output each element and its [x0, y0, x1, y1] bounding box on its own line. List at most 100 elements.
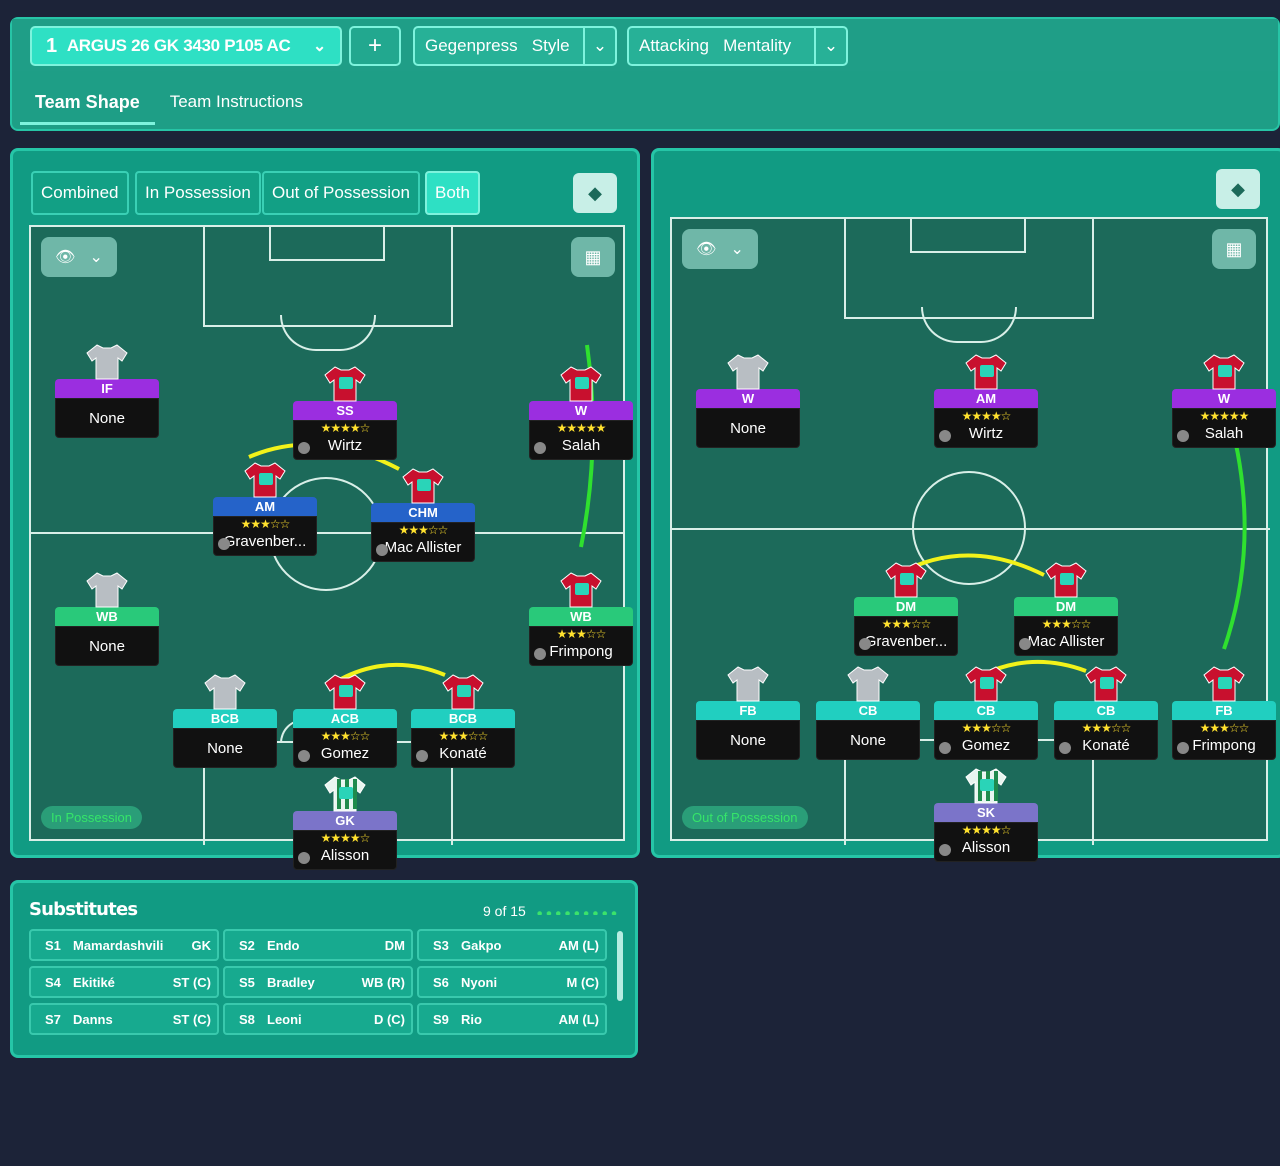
add-tactic-button[interactable]: +: [349, 26, 401, 66]
substitutes-title: Substitutes: [29, 899, 138, 920]
mentality-value: Attacking Mentality: [639, 36, 792, 55]
substitute-row[interactable]: S1 Mamardashvili GK: [29, 929, 219, 961]
tab-team-shape[interactable]: Team Shape: [20, 89, 155, 125]
player-card[interactable]: WB ★★★☆☆ Frimpong: [529, 572, 633, 666]
player-card[interactable]: SS ★★★★☆ Wirtz: [293, 366, 397, 460]
avatar-icon: [534, 648, 546, 660]
player-name: None: [89, 638, 125, 655]
player-info: ★★★☆☆ Gomez: [934, 720, 1038, 760]
player-card[interactable]: CHM ★★★☆☆ Mac Allister: [371, 468, 475, 562]
shirt-icon: [1044, 559, 1088, 599]
substitute-row[interactable]: S8 Leoni D (C): [223, 1003, 413, 1035]
tactic-name: ARGUS 26 GK 3430 P105 AC: [66, 36, 291, 55]
player-card[interactable]: WB None: [55, 572, 159, 666]
left-shape-panel: Combined In Possession Out of Possession…: [10, 148, 640, 870]
player-card[interactable]: AM ★★★☆☆ Gravenber...: [213, 462, 317, 556]
substitute-row[interactable]: S4 Ekitiké ST (C): [29, 966, 219, 998]
role-rating-stars: ★★★☆☆: [556, 627, 607, 641]
substitute-position: M (C): [566, 974, 600, 990]
shirt-icon: [401, 465, 445, 505]
shirt-icon: [559, 569, 603, 609]
player-role: CHM: [371, 503, 475, 522]
chevron-down-icon[interactable]: ⌄: [814, 28, 846, 64]
substitute-position: AM (L): [558, 937, 599, 953]
role-rating-stars: ★★★★★: [1199, 409, 1250, 423]
role-rating-stars: ★★★★☆: [961, 823, 1012, 837]
substitute-position: ST (C): [172, 1011, 211, 1027]
shirt-icon: [1084, 663, 1128, 703]
player-card[interactable]: W ★★★★★ Salah: [529, 366, 633, 460]
avatar-icon: [939, 844, 951, 856]
diamond-icon[interactable]: ◆: [1216, 169, 1260, 209]
player-card[interactable]: DM ★★★☆☆ Gravenber...: [854, 562, 958, 656]
player-card[interactable]: SK ★★★★☆ Alisson: [934, 768, 1038, 862]
substitute-position: DM: [384, 937, 405, 953]
avatar-icon: [298, 442, 310, 454]
substitute-row[interactable]: S9 Rio AM (L): [417, 1003, 607, 1035]
player-name: None: [730, 732, 766, 749]
player-role: FB: [1172, 701, 1276, 720]
scrollbar[interactable]: [617, 931, 623, 1001]
view-mode-combined[interactable]: Combined: [31, 171, 129, 215]
avatar-icon: [939, 742, 951, 754]
player-role: FB: [696, 701, 800, 720]
diamond-icon[interactable]: ◆: [573, 173, 617, 213]
shirt-icon: [323, 363, 367, 403]
player-role: AM: [213, 497, 317, 516]
view-mode-both[interactable]: Both: [425, 171, 480, 215]
player-card[interactable]: FB ★★★☆☆ Frimpong: [1172, 666, 1276, 760]
view-mode-out-of-possession[interactable]: Out of Possession: [262, 171, 420, 215]
player-card[interactable]: BCB None: [173, 674, 277, 768]
substitute-row[interactable]: S3 Gakpo AM (L): [417, 929, 607, 961]
player-card[interactable]: ACB ★★★☆☆ Gomez: [293, 674, 397, 768]
tactics-tabs: Team Shape Team Instructions: [20, 89, 318, 125]
substitutes-count: 9 of 15: [483, 903, 526, 919]
mentality-dropdown[interactable]: Attacking Mentality ⌄: [627, 26, 848, 66]
substitute-slot: S9: [433, 1011, 449, 1027]
player-card[interactable]: CB ★★★☆☆ Konaté: [1054, 666, 1158, 760]
player-info: None: [55, 398, 159, 438]
substitute-name: Mamardashvili: [73, 937, 164, 953]
player-card[interactable]: GK ★★★★☆ Alisson: [293, 776, 397, 870]
role-rating-stars: ★★★☆☆: [240, 517, 291, 531]
substitute-slot: S8: [239, 1011, 255, 1027]
player-card[interactable]: W ★★★★★ Salah: [1172, 354, 1276, 448]
player-info: None: [173, 728, 277, 768]
player-info: ★★★☆☆ Gravenber...: [213, 516, 317, 556]
player-card[interactable]: BCB ★★★☆☆ Konaté: [411, 674, 515, 768]
player-card[interactable]: W None: [696, 354, 800, 448]
chevron-down-icon[interactable]: ⌄: [583, 28, 615, 64]
player-card[interactable]: IF None: [55, 344, 159, 438]
substitute-name: Ekitiké: [73, 974, 115, 990]
shirt-icon: [964, 765, 1008, 805]
shirt-icon: [726, 663, 770, 703]
style-dropdown[interactable]: Gegenpress Style ⌄: [413, 26, 617, 66]
tactic-selector[interactable]: 1 ARGUS 26 GK 3430 P105 AC ⌄: [30, 26, 342, 66]
role-rating-stars: ★★★☆☆: [438, 729, 489, 743]
player-card[interactable]: CB ★★★☆☆ Gomez: [934, 666, 1038, 760]
substitute-row[interactable]: S5 Bradley WB (R): [223, 966, 413, 998]
shirt-icon: [559, 363, 603, 403]
avatar-icon: [298, 852, 310, 864]
player-card[interactable]: FB None: [696, 666, 800, 760]
shirt-icon: [1202, 351, 1246, 391]
substitutes-progress-dots: [535, 911, 619, 915]
role-rating-stars: ★★★★☆: [961, 409, 1012, 423]
mode-label: In Possession: [41, 806, 142, 829]
avatar-icon: [1177, 742, 1189, 754]
player-card[interactable]: AM ★★★★☆ Wirtz: [934, 354, 1038, 448]
view-mode-in-possession[interactable]: In Possession: [135, 171, 261, 215]
substitute-row[interactable]: S7 Danns ST (C): [29, 1003, 219, 1035]
substitute-name: Endo: [267, 937, 300, 953]
player-role: SK: [934, 803, 1038, 822]
substitute-row[interactable]: S6 Nyoni M (C): [417, 966, 607, 998]
avatar-icon: [298, 750, 310, 762]
substitute-slot: S1: [45, 937, 61, 953]
player-card[interactable]: CB None: [816, 666, 920, 760]
player-card[interactable]: DM ★★★☆☆ Mac Allister: [1014, 562, 1118, 656]
tab-team-instructions[interactable]: Team Instructions: [155, 89, 318, 125]
substitute-row[interactable]: S2 Endo DM: [223, 929, 413, 961]
avatar-icon: [218, 538, 230, 550]
substitute-position: ST (C): [172, 974, 211, 990]
player-info: ★★★☆☆ Gomez: [293, 728, 397, 768]
